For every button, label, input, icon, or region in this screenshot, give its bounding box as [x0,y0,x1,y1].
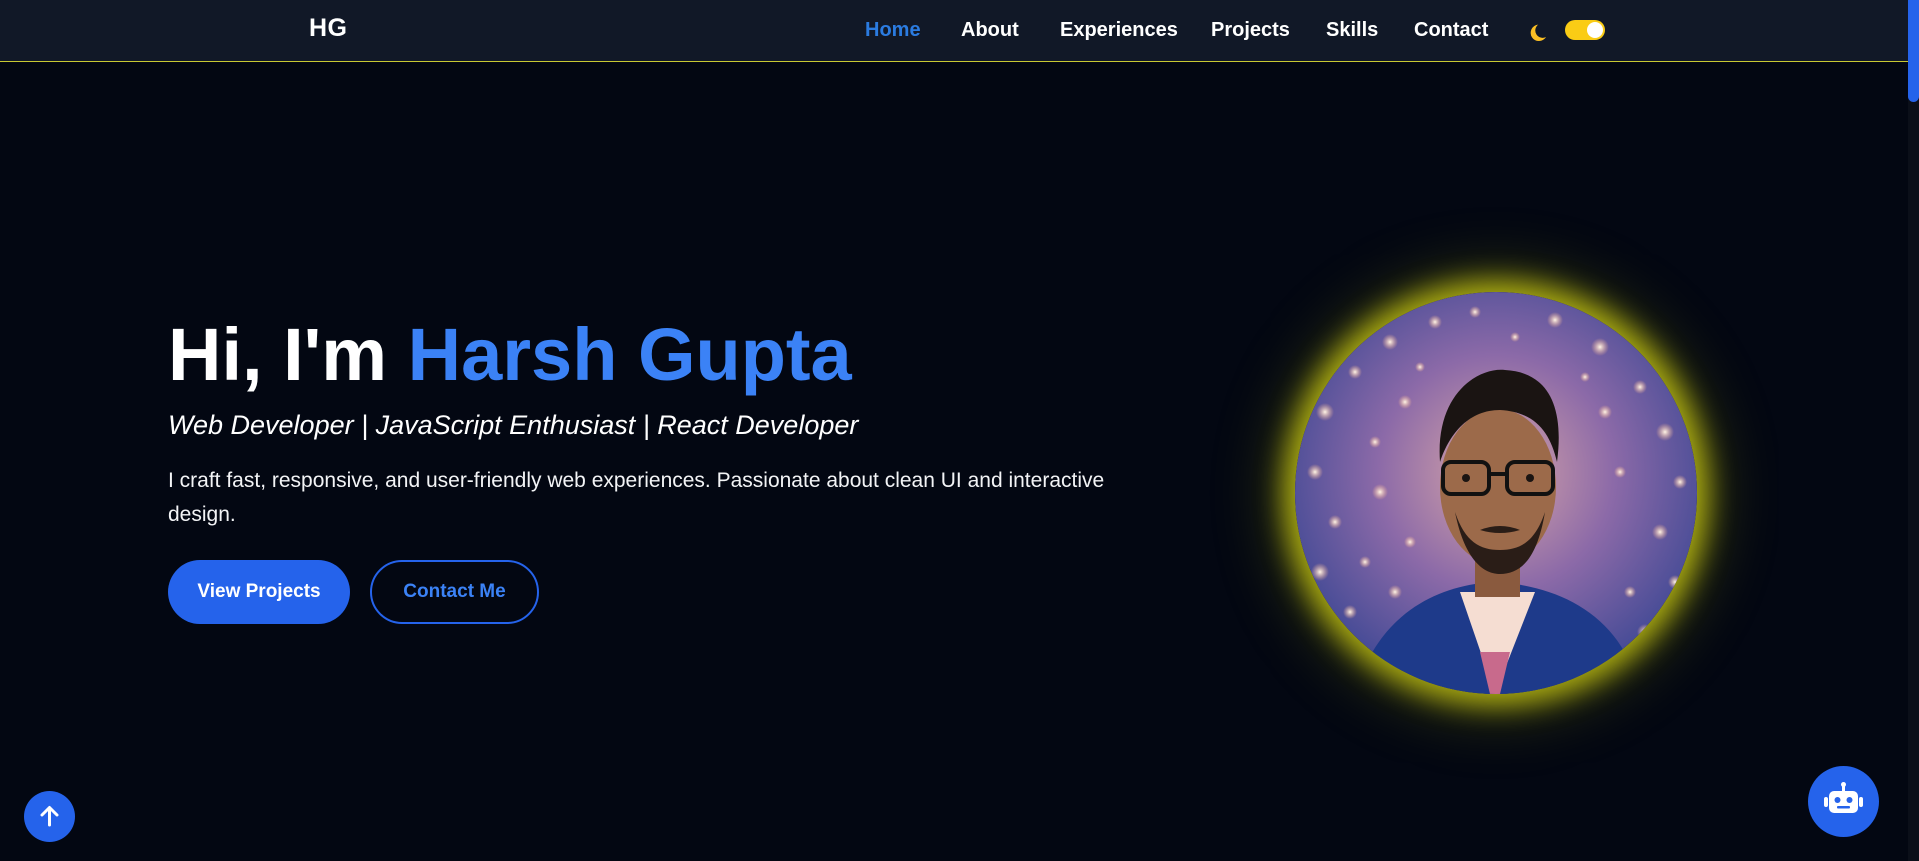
nav-link-projects[interactable]: Projects [1211,19,1290,42]
nav-link-contact[interactable]: Contact [1414,19,1488,42]
chatbot-button[interactable] [1808,766,1879,837]
nav-link-home[interactable]: Home [865,19,921,42]
scrollbar-track[interactable] [1908,0,1919,861]
scrollbar-thumb[interactable] [1908,0,1919,102]
portrait-illustration [1295,292,1697,694]
nav-links: Home About Experiences Projects Skills C… [0,0,1908,62]
nav-link-about[interactable]: About [961,19,1019,42]
nav-link-skills[interactable]: Skills [1326,19,1378,42]
arrow-up-icon [40,806,59,827]
hero-title: Hi, I'm Harsh Gupta [168,312,852,398]
moon-icon [1530,24,1547,42]
theme-toggle[interactable] [1565,20,1605,40]
navbar: HG Home About Experiences Projects Skill… [0,0,1908,62]
hero-description: I craft fast, responsive, and user-frien… [168,469,1105,526]
view-projects-button[interactable]: View Projects [168,560,350,624]
contact-me-button[interactable]: Contact Me [370,560,539,624]
scroll-to-top-button[interactable] [24,791,75,842]
hero-subtitle: Web Developer | JavaScript Enthusiast | … [168,410,859,440]
hero-greeting: Hi, I'm [168,313,388,396]
robot-icon [1824,782,1863,813]
nav-link-experiences[interactable]: Experiences [1060,19,1178,42]
toggle-knob [1587,22,1603,38]
profile-photo [1295,292,1697,694]
hero-name: Harsh Gupta [407,313,852,396]
